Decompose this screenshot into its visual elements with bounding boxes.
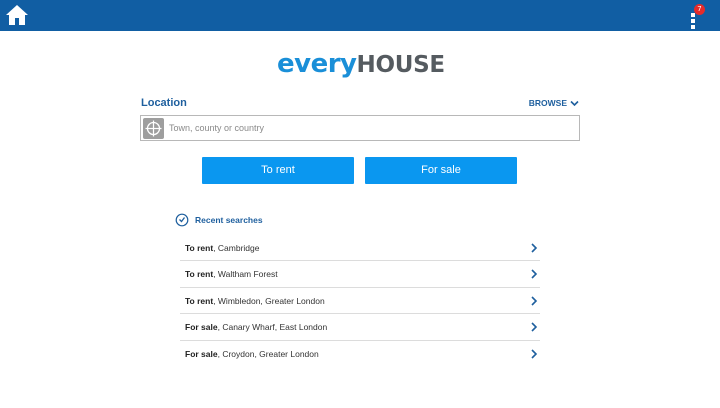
recent-search-item[interactable]: To rent, Cambridge bbox=[180, 235, 540, 262]
recent-search-text: To rent, Cambridge bbox=[185, 243, 260, 253]
search-type: To rent bbox=[185, 295, 214, 306]
search-type: For sale bbox=[185, 348, 218, 359]
recent-search-item[interactable]: To rent, Wimbledon, Greater London bbox=[180, 288, 540, 315]
recent-search-text: To rent, Waltham Forest bbox=[185, 269, 278, 279]
search-type: To rent bbox=[185, 243, 214, 253]
recent-search-text: For sale, Croydon, Greater London bbox=[185, 349, 319, 359]
everyhouse-logo: everyHOUSE bbox=[277, 49, 446, 79]
browse-label: BROWSE bbox=[528, 98, 567, 108]
search-place: , Canary Wharf, East London bbox=[217, 322, 328, 333]
search-type: For sale bbox=[185, 322, 218, 333]
for-sale-button[interactable]: For sale bbox=[365, 157, 517, 184]
notification-badge: 7 bbox=[694, 4, 705, 15]
logo-house-text: HOUSE bbox=[356, 52, 446, 78]
recent-search-text: To rent, Wimbledon, Greater London bbox=[185, 296, 325, 306]
to-rent-button[interactable]: To rent bbox=[202, 157, 354, 184]
recent-search-text: For sale, Canary Wharf, East London bbox=[185, 322, 327, 332]
chevron-right-icon bbox=[531, 269, 538, 279]
locate-icon[interactable] bbox=[143, 118, 164, 139]
search-place: , Wimbledon, Greater London bbox=[213, 295, 325, 306]
history-icon bbox=[175, 213, 189, 227]
menu-icon bbox=[691, 13, 695, 31]
logo-every-text: every bbox=[277, 49, 357, 79]
recent-search-item[interactable]: To rent, Waltham Forest bbox=[180, 261, 540, 288]
search-place: , Waltham Forest bbox=[213, 269, 278, 280]
chevron-right-icon bbox=[531, 322, 538, 332]
recent-searches-title: Recent searches bbox=[195, 215, 263, 225]
chevron-right-icon bbox=[531, 296, 538, 306]
browse-link[interactable]: BROWSE bbox=[529, 98, 579, 108]
menu-button[interactable]: 7 bbox=[690, 4, 712, 31]
home-icon bbox=[6, 5, 28, 25]
search-place: , Cambridge bbox=[213, 243, 260, 253]
location-label: Location bbox=[141, 97, 187, 109]
location-search-input[interactable] bbox=[169, 118, 574, 138]
recent-searches-list: To rent, Cambridge To rent, Waltham Fore… bbox=[180, 235, 540, 367]
recent-search-item[interactable]: For sale, Canary Wharf, East London bbox=[180, 314, 540, 341]
chevron-right-icon bbox=[531, 348, 538, 359]
search-type: To rent bbox=[185, 269, 214, 280]
top-bar: 7 bbox=[0, 0, 720, 31]
chevron-right-icon bbox=[531, 243, 538, 253]
chevron-down-icon bbox=[570, 100, 579, 106]
recent-searches-header: Recent searches bbox=[175, 213, 263, 227]
search-place: , Croydon, Greater London bbox=[217, 348, 319, 359]
recent-search-item[interactable]: For sale, Croydon, Greater London bbox=[180, 341, 540, 367]
home-button[interactable] bbox=[5, 3, 29, 27]
location-search-box bbox=[140, 115, 580, 141]
